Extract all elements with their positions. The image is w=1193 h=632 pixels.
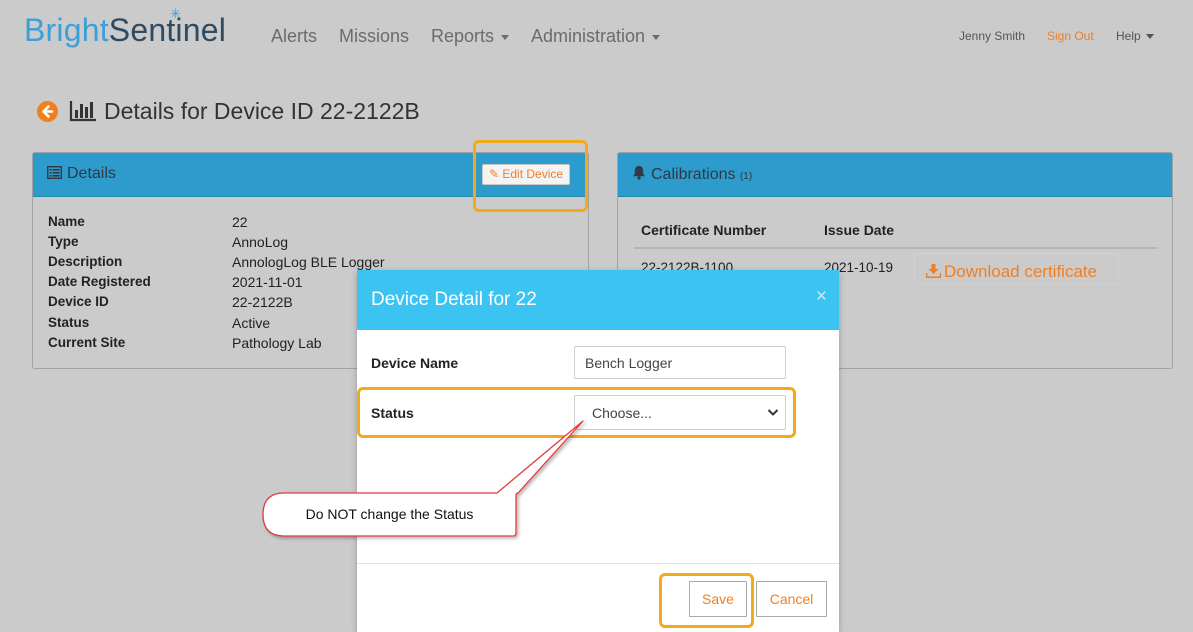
callout-text: Do NOT change the Status [305, 506, 474, 522]
callout-bubble [262, 420, 584, 537]
